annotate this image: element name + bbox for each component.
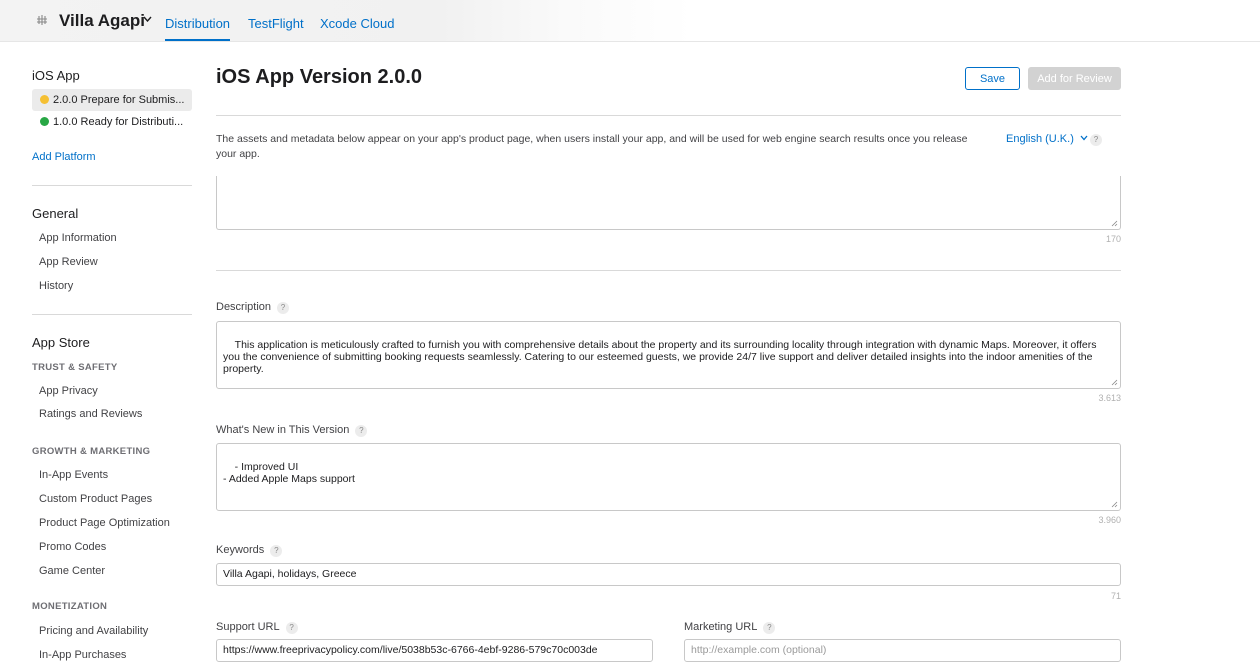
promotional-text-textarea[interactable] bbox=[216, 176, 1121, 230]
sidebar-divider bbox=[32, 185, 192, 186]
whats-new-label-text: What's New in This Version bbox=[216, 424, 350, 436]
whats-new-value: - Improved UI - Added Apple Maps support bbox=[223, 461, 355, 485]
sidebar-item-promo-codes[interactable]: Promo Codes bbox=[39, 541, 106, 553]
add-platform-link[interactable]: Add Platform bbox=[32, 151, 96, 163]
tab-testflight[interactable]: TestFlight bbox=[248, 16, 304, 31]
marketing-url-label: Marketing URL? bbox=[684, 621, 776, 634]
sidebar: iOS App 2.0.0 Prepare for Submis... 1.0.… bbox=[0, 42, 200, 665]
keywords-label-text: Keywords bbox=[216, 544, 265, 556]
help-icon[interactable]: ? bbox=[285, 622, 298, 634]
page-title: iOS App Version 2.0.0 bbox=[216, 66, 422, 88]
sidebar-item-in-app-purchases[interactable]: In-App Purchases bbox=[39, 649, 126, 661]
chevron-down-icon bbox=[1080, 135, 1088, 141]
tab-xcode-cloud[interactable]: Xcode Cloud bbox=[320, 16, 394, 31]
keywords-label: Keywords? bbox=[216, 544, 283, 557]
sidebar-item-in-app-events[interactable]: In-App Events bbox=[39, 469, 108, 481]
support-url-input[interactable]: https://www.freeprivacypolicy.com/live/5… bbox=[216, 639, 653, 662]
sidebar-item-app-information[interactable]: App Information bbox=[39, 232, 117, 244]
chevron-down-icon[interactable] bbox=[143, 16, 152, 22]
whats-new-textarea[interactable]: - Improved UI - Added Apple Maps support bbox=[216, 443, 1121, 511]
resize-grip-icon[interactable] bbox=[1111, 379, 1118, 386]
save-button[interactable]: Save bbox=[965, 67, 1020, 90]
sidebar-ios-header: iOS App bbox=[32, 68, 80, 83]
sidebar-app-store-header: App Store bbox=[32, 335, 90, 350]
help-icon[interactable]: ? bbox=[277, 302, 290, 314]
sidebar-divider bbox=[32, 314, 192, 315]
description-label: Description? bbox=[216, 301, 290, 314]
character-counter: 71 bbox=[1110, 591, 1121, 601]
sidebar-item-game-center[interactable]: Game Center bbox=[39, 565, 105, 577]
support-url-label: Support URL? bbox=[216, 621, 298, 634]
sidebar-category-trust-safety: TRUST & SAFETY bbox=[32, 362, 118, 373]
status-dot-icon bbox=[40, 95, 49, 104]
sidebar-item-product-page-optimization[interactable]: Product Page Optimization bbox=[39, 517, 170, 529]
sidebar-category-growth-marketing: GROWTH & MARKETING bbox=[32, 446, 151, 457]
help-icon[interactable]: ? bbox=[763, 622, 776, 634]
tab-distribution[interactable]: Distribution bbox=[165, 16, 231, 41]
resize-grip-icon[interactable] bbox=[1111, 501, 1118, 508]
status-check-icon bbox=[40, 117, 49, 126]
top-bar: Villa Agapi Distribution TestFlight Xcod… bbox=[0, 0, 1260, 42]
character-counter: 170 bbox=[1105, 234, 1121, 244]
main-content: iOS App Version 2.0.0 Save Add for Revie… bbox=[216, 42, 1121, 665]
sidebar-item-app-privacy[interactable]: App Privacy bbox=[39, 385, 98, 397]
marketing-url-label-text: Marketing URL bbox=[684, 621, 758, 633]
help-icon[interactable]: ? bbox=[355, 425, 368, 437]
help-icon[interactable]: ? bbox=[270, 545, 283, 557]
intro-text: The assets and metadata below appear on … bbox=[216, 133, 968, 160]
sidebar-version-1-0-0[interactable]: 1.0.0 Ready for Distributi... bbox=[32, 111, 192, 133]
version-label: 1.0.0 Ready for Distributi... bbox=[53, 116, 184, 128]
description-textarea[interactable]: This application is meticulously crafted… bbox=[216, 321, 1121, 389]
sidebar-version-2-0-0[interactable]: 2.0.0 Prepare for Submis... bbox=[32, 89, 192, 111]
character-counter: 3.613 bbox=[1098, 393, 1121, 403]
sidebar-general-header: General bbox=[32, 206, 79, 221]
support-url-label-text: Support URL bbox=[216, 621, 280, 633]
description-label-text: Description bbox=[216, 301, 272, 313]
whats-new-label: What's New in This Version? bbox=[216, 424, 368, 437]
language-label: English (U.K.) bbox=[1006, 133, 1074, 145]
help-icon[interactable]: ? bbox=[1090, 134, 1102, 146]
sidebar-item-app-review[interactable]: App Review bbox=[39, 256, 98, 268]
sidebar-item-pricing-availability[interactable]: Pricing and Availability bbox=[39, 625, 148, 637]
sidebar-item-history[interactable]: History bbox=[39, 280, 73, 292]
version-label: 2.0.0 Prepare for Submis... bbox=[53, 94, 185, 106]
add-for-review-button[interactable]: Add for Review bbox=[1028, 67, 1121, 90]
sidebar-category-monetization: MONETIZATION bbox=[32, 601, 108, 612]
resize-grip-icon[interactable] bbox=[1111, 220, 1118, 227]
sidebar-item-custom-product-pages[interactable]: Custom Product Pages bbox=[39, 493, 152, 505]
language-selector[interactable]: English (U.K.) bbox=[1006, 133, 1088, 145]
keywords-input[interactable]: Villa Agapi, holidays, Greece bbox=[216, 563, 1121, 586]
app-icon bbox=[37, 15, 47, 25]
marketing-url-input[interactable]: http://example.com (optional) bbox=[684, 639, 1121, 662]
divider bbox=[216, 115, 1121, 116]
description-value: This application is meticulously crafted… bbox=[223, 339, 1100, 375]
character-counter: 3.960 bbox=[1098, 515, 1121, 525]
app-name[interactable]: Villa Agapi bbox=[59, 11, 145, 31]
divider bbox=[216, 270, 1121, 271]
sidebar-item-ratings-reviews[interactable]: Ratings and Reviews bbox=[39, 408, 142, 420]
